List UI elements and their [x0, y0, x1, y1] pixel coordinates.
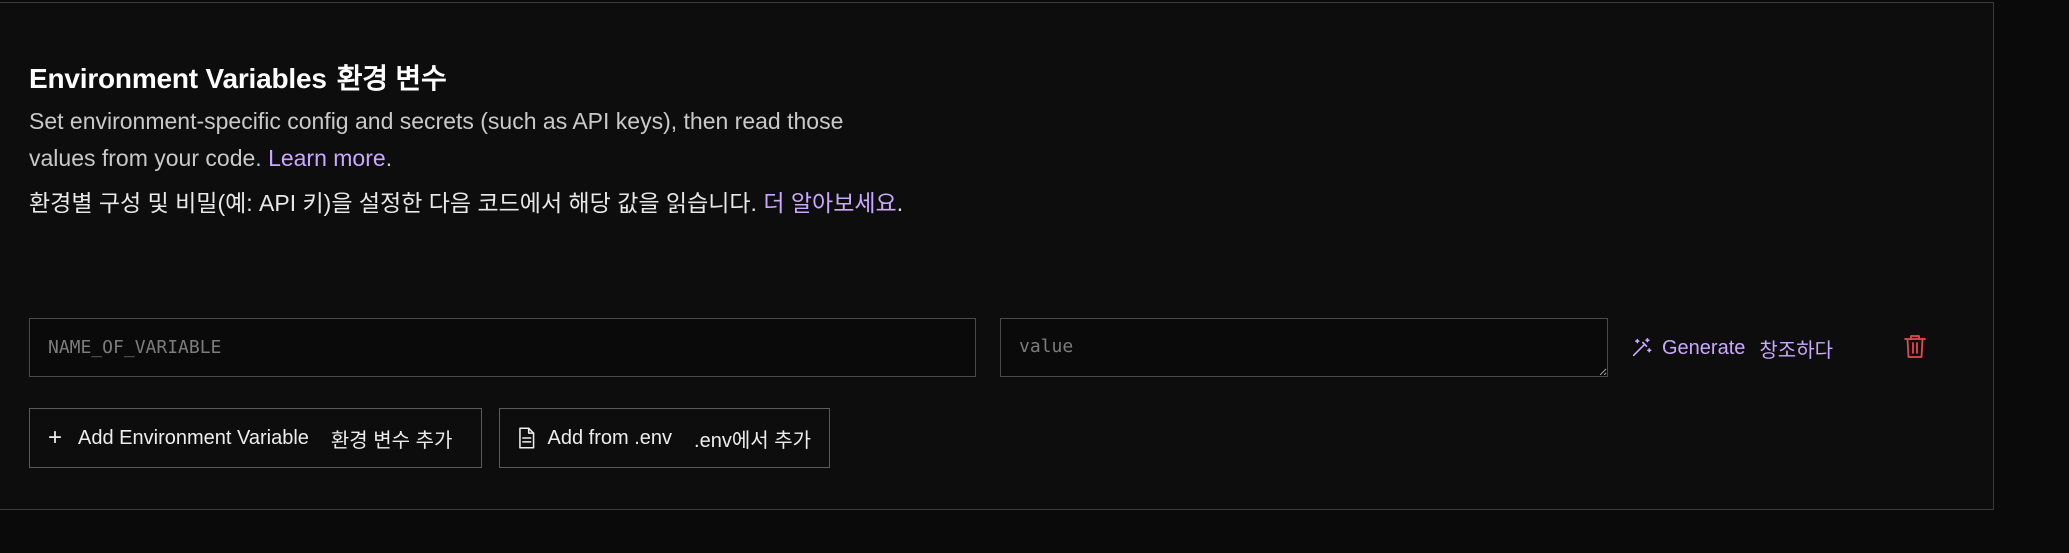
variable-name-input[interactable] — [29, 318, 976, 377]
description-text: Set environment-specific config and secr… — [29, 108, 844, 171]
environment-variables-panel: Environment Variables 환경 변수 Set environme… — [0, 2, 1994, 510]
section-title-en: Environment Variables — [29, 63, 327, 94]
add-variable-label-ko: 환경 변수 추가 — [330, 429, 453, 452]
magic-wand-icon — [1632, 338, 1652, 357]
generate-button[interactable]: Generate 창조하다 — [1630, 332, 1833, 364]
add-from-env-label-ko: .env에서 추가 — [694, 429, 811, 452]
delete-variable-button[interactable] — [1903, 333, 1929, 363]
variable-value-input[interactable] — [1000, 318, 1608, 377]
add-from-env-button[interactable]: Add from .env .env에서 추가 — [499, 408, 830, 468]
section-title-ko: 환경 변수 — [336, 63, 447, 94]
file-icon — [519, 427, 535, 449]
generate-label: Generate — [1662, 336, 1746, 359]
trash-icon — [1904, 335, 1926, 358]
generate-label-ko: 창조하다 — [1759, 339, 1833, 362]
learn-more-link-ko[interactable]: 더 알아보세요 — [763, 190, 896, 216]
section-title: Environment Variables 환경 변수 — [29, 57, 447, 97]
section-description: Set environment-specific config and secr… — [29, 108, 844, 171]
add-variable-label: Add Environment Variable — [78, 426, 309, 449]
plus-icon: + — [48, 424, 63, 451]
description-text-ko: 환경별 구성 및 비밀(예: API 키)을 설정한 다음 코드에서 해당 값을… — [29, 190, 757, 216]
learn-more-link[interactable]: Learn more — [268, 145, 386, 171]
section-description-ko: 환경별 구성 및 비밀(예: API 키)을 설정한 다음 코드에서 해당 값을… — [29, 190, 904, 216]
add-environment-variable-button[interactable]: + Add Environment Variable 환경 변수 추가 — [29, 408, 482, 468]
add-from-env-label: Add from .env — [547, 426, 673, 449]
